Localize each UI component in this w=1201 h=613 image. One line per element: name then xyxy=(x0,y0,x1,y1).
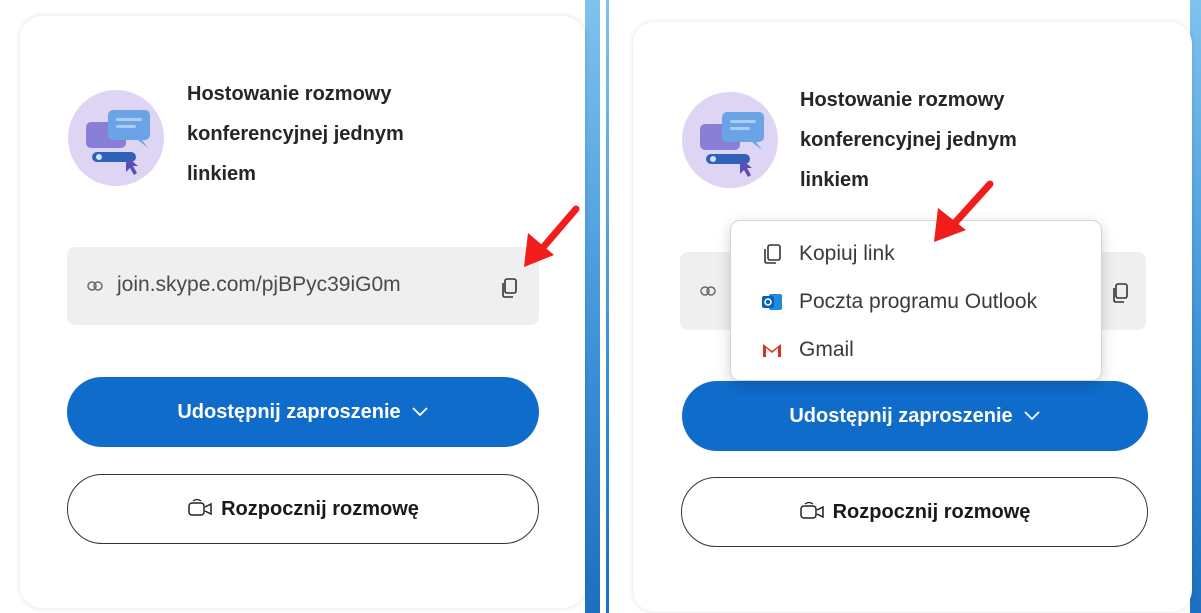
invite-link-text[interactable]: join.skype.com/pjBPyc39iG0m xyxy=(117,273,401,297)
share-invite-label: Udostępnij zaproszenie xyxy=(177,400,401,423)
chevron-down-icon xyxy=(412,407,428,417)
share-invite-label: Udostępnij zaproszenie xyxy=(789,404,1013,427)
red-arrow-icon xyxy=(934,180,994,242)
start-call-label: Rozpocznij rozmowę xyxy=(832,500,1031,523)
share-invite-button[interactable]: Udostępnij zaproszenie xyxy=(67,377,539,447)
red-arrow-icon xyxy=(524,205,580,267)
copy-icon xyxy=(764,244,781,264)
menu-item-copy-link[interactable]: Kopiuj link xyxy=(731,230,1101,278)
link-icon xyxy=(700,286,716,296)
start-call-button[interactable]: Rozpocznij rozmowę xyxy=(681,477,1148,547)
invite-panel-left: Hostowanie rozmowy konferencyjnej jednym… xyxy=(20,16,585,608)
video-call-icon xyxy=(799,501,824,519)
copy-icon[interactable] xyxy=(1111,282,1129,304)
gmail-icon xyxy=(763,344,781,357)
copy-icon[interactable] xyxy=(500,277,518,299)
menu-item-outlook[interactable]: Poczta programu Outlook xyxy=(731,278,1101,326)
share-menu: Kopiuj link Poczta programu Outlook Gmai… xyxy=(730,220,1102,381)
start-call-button[interactable]: Rozpocznij rozmowę xyxy=(67,474,539,544)
video-call-icon xyxy=(188,498,212,516)
share-invite-button[interactable]: Udostępnij zaproszenie xyxy=(682,381,1148,451)
invite-link-box: join.skype.com/pjBPyc39iG0m xyxy=(67,247,539,325)
menu-item-label: Kopiuj link xyxy=(799,242,895,265)
menu-item-label: Poczta programu Outlook xyxy=(799,290,1038,313)
menu-item-gmail[interactable]: Gmail xyxy=(731,326,1101,374)
page-title: Hostowanie rozmowy konferencyjnej jednym… xyxy=(187,83,404,185)
menu-item-label: Gmail xyxy=(799,338,854,361)
chat-link-illustration-icon xyxy=(682,92,778,188)
link-icon xyxy=(87,281,103,291)
chat-link-illustration-icon xyxy=(68,90,164,186)
outlook-icon xyxy=(762,294,782,310)
start-call-label: Rozpocznij rozmowę xyxy=(221,497,419,520)
chevron-down-icon xyxy=(1024,411,1040,421)
